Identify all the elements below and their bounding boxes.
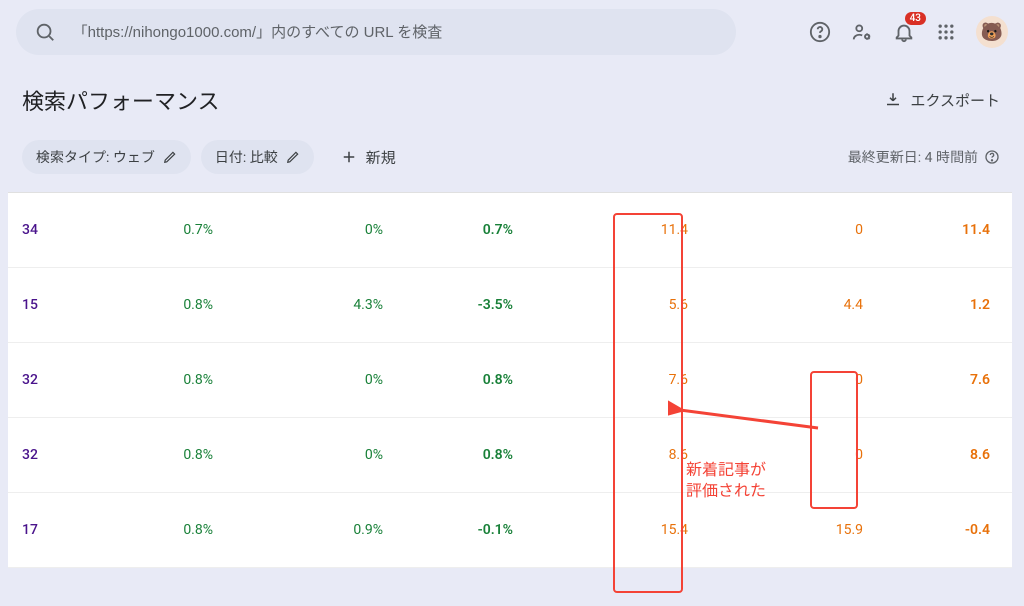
cell-c1: 0.8% <box>78 447 213 463</box>
cell-c6: 8.6 <box>863 447 1012 463</box>
cell-c5: 0 <box>688 447 863 463</box>
help-icon[interactable] <box>808 20 832 44</box>
header-row: 検索パフォーマンス エクスポート <box>0 64 1024 126</box>
filter-chips-row: 検索タイプ: ウェブ 日付: 比較 新規 最終更新日: 4 時間前 <box>0 126 1024 180</box>
search-icon <box>34 20 57 44</box>
plus-icon <box>340 148 358 166</box>
avatar[interactable]: 🐻 <box>976 16 1008 48</box>
cell-c2: 0% <box>213 222 383 238</box>
cell-c1: 0.8% <box>78 522 213 538</box>
cell-c0: 32 <box>8 372 78 388</box>
cell-c4: 15.4 <box>513 522 688 538</box>
cell-c4: 5.6 <box>513 297 688 313</box>
page-title: 検索パフォーマンス <box>22 84 220 116</box>
last-updated: 最終更新日: 4 時間前 <box>848 147 1000 167</box>
cell-c3: 0.8% <box>383 447 513 463</box>
cell-c0: 17 <box>8 522 78 538</box>
cell-c2: 0% <box>213 372 383 388</box>
cell-c5: 15.9 <box>688 522 863 538</box>
cell-c1: 0.8% <box>78 297 213 313</box>
export-button[interactable]: エクスポート <box>884 90 1000 111</box>
add-filter-button[interactable]: 新規 <box>328 141 408 174</box>
cell-c6: 7.6 <box>863 372 1012 388</box>
cell-c2: 4.3% <box>213 297 383 313</box>
cell-c0: 32 <box>8 447 78 463</box>
top-bar: 43 🐻 <box>0 0 1024 64</box>
cell-c1: 0.8% <box>78 372 213 388</box>
cell-c4: 7.6 <box>513 372 688 388</box>
table-row[interactable]: 17 0.8% 0.9% -0.1% 15.4 15.9 -0.4 <box>8 493 1012 568</box>
cell-c0: 34 <box>8 222 78 238</box>
cell-c1: 0.7% <box>78 222 213 238</box>
export-label: エクスポート <box>910 90 1000 111</box>
cell-c4: 11.4 <box>513 222 688 238</box>
chip-date[interactable]: 日付: 比較 <box>201 140 314 174</box>
cell-c6: 11.4 <box>863 222 1012 238</box>
cell-c2: 0% <box>213 447 383 463</box>
cell-c3: 0.7% <box>383 222 513 238</box>
cell-c6: 1.2 <box>863 297 1012 313</box>
cell-c4: 8.6 <box>513 447 688 463</box>
notifications-icon[interactable]: 43 <box>892 20 916 44</box>
data-table: 34 0.7% 0% 0.7% 11.4 0 11.4 15 0.8% 4.3%… <box>8 192 1012 568</box>
cell-c5: 4.4 <box>688 297 863 313</box>
top-icons: 43 🐻 <box>808 16 1008 48</box>
search-input[interactable] <box>73 24 718 41</box>
new-filter-label: 新規 <box>366 147 396 168</box>
cell-c5: 0 <box>688 372 863 388</box>
chip-search-type-label: 検索タイプ: ウェブ <box>36 147 155 167</box>
chip-date-label: 日付: 比較 <box>215 147 278 167</box>
user-settings-icon[interactable] <box>850 20 874 44</box>
table-row[interactable]: 32 0.8% 0% 0.8% 7.6 0 7.6 <box>8 343 1012 418</box>
table-row[interactable]: 34 0.7% 0% 0.7% 11.4 0 11.4 <box>8 193 1012 268</box>
cell-c2: 0.9% <box>213 522 383 538</box>
table-row[interactable]: 32 0.8% 0% 0.8% 8.6 0 8.6 <box>8 418 1012 493</box>
info-icon[interactable] <box>984 149 1000 165</box>
cell-c3: -0.1% <box>383 522 513 538</box>
chip-search-type[interactable]: 検索タイプ: ウェブ <box>22 140 191 174</box>
cell-c0: 15 <box>8 297 78 313</box>
apps-icon[interactable] <box>934 20 958 44</box>
cell-c3: -3.5% <box>383 297 513 313</box>
last-updated-text: 最終更新日: 4 時間前 <box>848 147 978 167</box>
cell-c5: 0 <box>688 222 863 238</box>
search-bar[interactable] <box>16 9 736 55</box>
table-row[interactable]: 15 0.8% 4.3% -3.5% 5.6 4.4 1.2 <box>8 268 1012 343</box>
notifications-badge: 43 <box>905 12 926 25</box>
cell-c3: 0.8% <box>383 372 513 388</box>
pencil-icon <box>163 150 177 164</box>
cell-c6: -0.4 <box>863 522 1012 538</box>
download-icon <box>884 91 902 109</box>
pencil-icon <box>286 150 300 164</box>
